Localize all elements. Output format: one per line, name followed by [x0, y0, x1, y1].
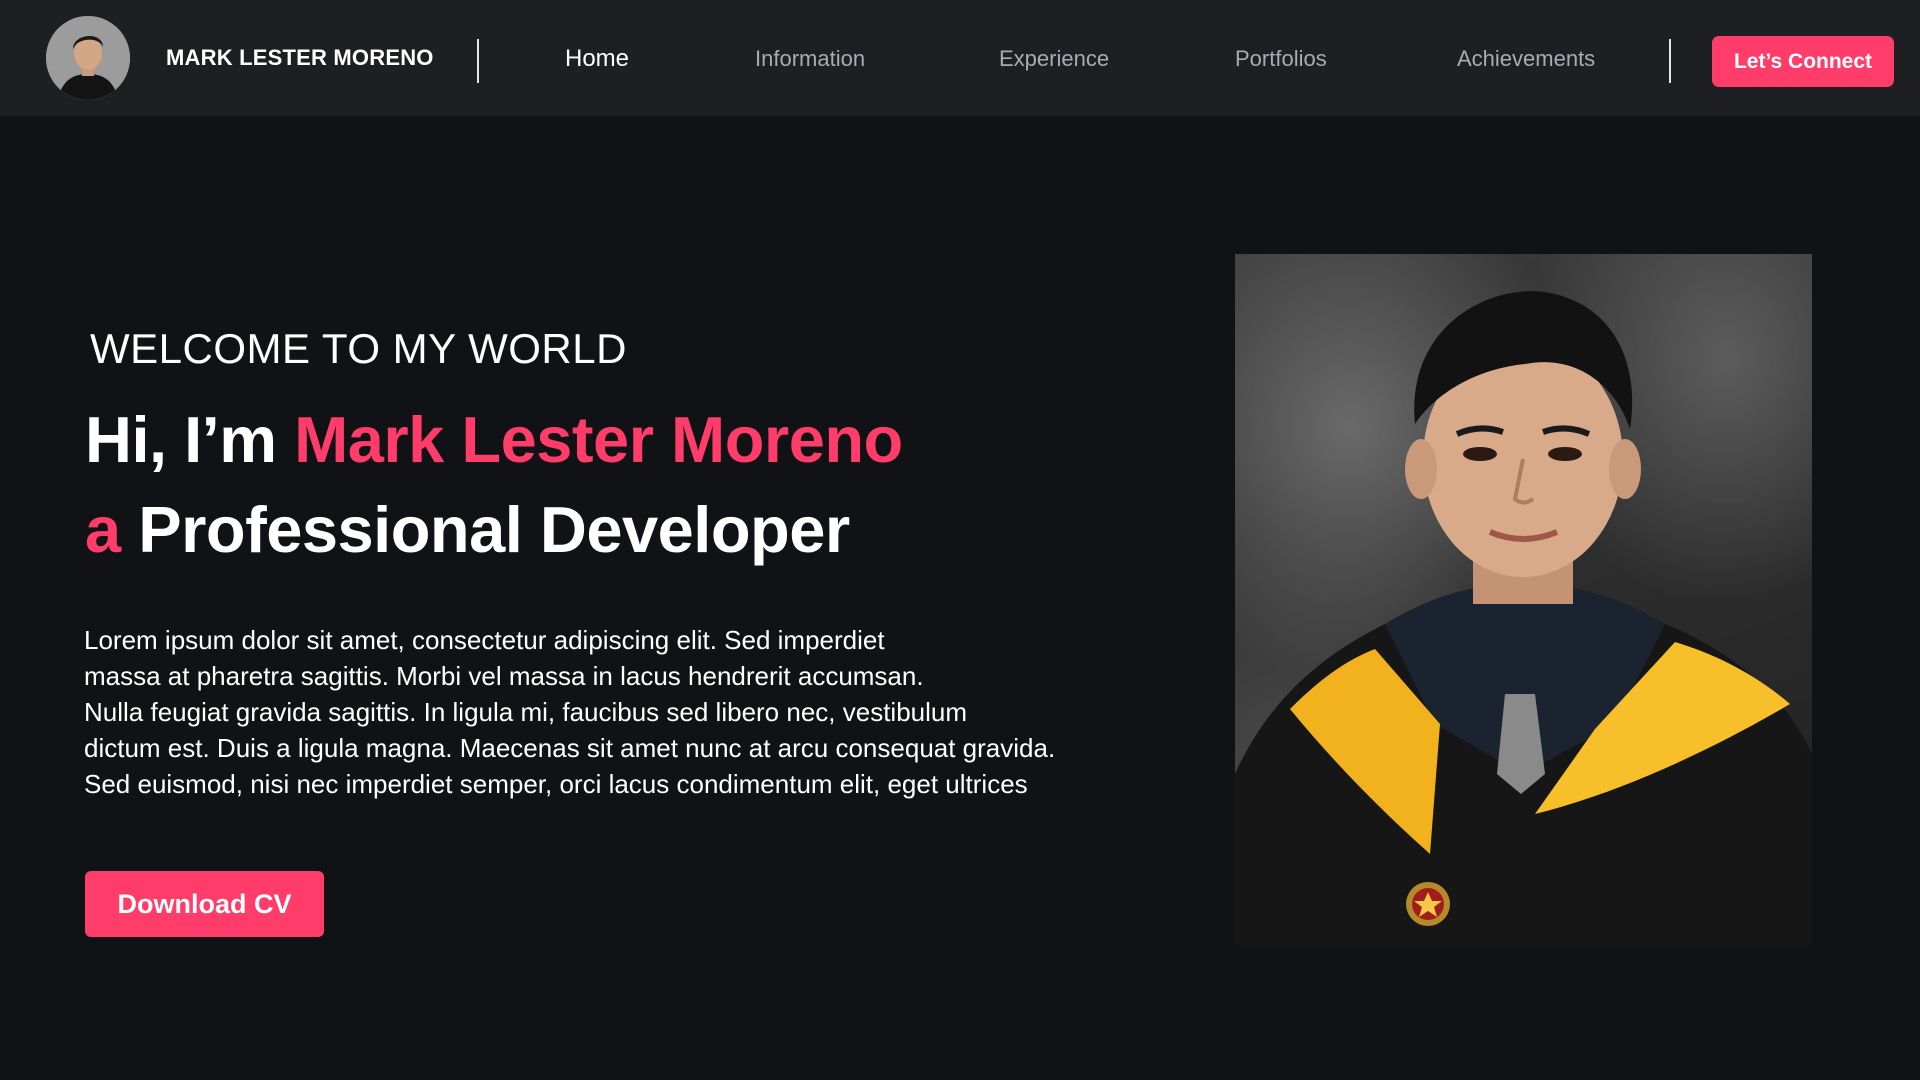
- nav-link-experience[interactable]: Experience: [999, 46, 1109, 72]
- brand[interactable]: MARK LESTER MORENO: [46, 16, 434, 100]
- avatar: [46, 16, 130, 100]
- top-navbar: MARK LESTER MORENO Home Information Expe…: [0, 0, 1920, 116]
- nav-link-home[interactable]: Home: [565, 45, 629, 73]
- hero-welcome-text: WELCOME TO MY WORLD: [90, 325, 627, 372]
- hero-description-line: Nulla feugiat gravida sagittis. In ligul…: [84, 697, 968, 727]
- download-cv-button[interactable]: Download CV: [85, 871, 324, 937]
- nav-divider-left: [477, 39, 479, 83]
- hero-role-prefix: a: [85, 493, 121, 566]
- hero-role-title: Professional Developer: [138, 493, 850, 566]
- hero-greeting: Hi, I’m Mark Lester Moreno: [85, 402, 903, 477]
- nav-link-achievements[interactable]: Achievements: [1457, 46, 1595, 72]
- hero-description: Lorem ipsum dolor sit amet, consectetur …: [84, 622, 1094, 802]
- hero-role: a Professional Developer: [85, 492, 850, 567]
- hero-name: Mark Lester Moreno: [294, 403, 903, 476]
- hero-description-line: Lorem ipsum dolor sit amet, consectetur …: [84, 625, 885, 655]
- lets-connect-button[interactable]: Let’s Connect: [1712, 36, 1894, 87]
- nav-link-portfolios[interactable]: Portfolios: [1235, 46, 1327, 72]
- nav-divider-right: [1669, 39, 1671, 83]
- portrait-illustration: [1235, 291, 1812, 946]
- nav-link-information[interactable]: Information: [755, 46, 865, 72]
- brand-name: MARK LESTER MORENO: [166, 45, 434, 70]
- hero-description-line: massa at pharetra sagittis. Morbi vel ma…: [84, 661, 924, 691]
- hero-greeting-prefix: Hi, I’m: [85, 403, 295, 476]
- hero-description-line: Sed euismod, nisi nec imperdiet semper, …: [84, 769, 1028, 799]
- hero-description-line: dictum est. Duis a ligula magna. Maecena…: [84, 733, 1056, 763]
- profile-avatar-image: [46, 16, 130, 100]
- profile-portrait: [1235, 254, 1812, 946]
